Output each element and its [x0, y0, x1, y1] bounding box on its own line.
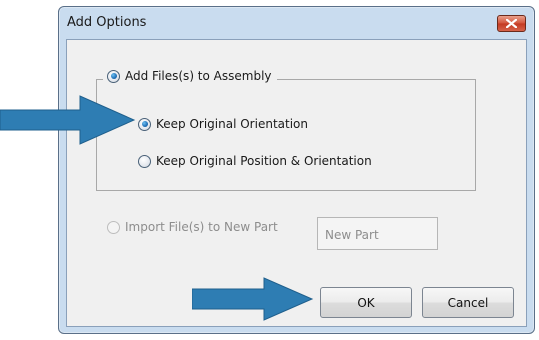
import-new-part-option[interactable]: Import File(s) to New Part — [107, 220, 278, 234]
keep-orientation-radio[interactable] — [138, 117, 151, 131]
dialog-title: Add Options — [67, 15, 147, 30]
new-part-name-field[interactable]: New Part — [317, 217, 438, 250]
title-bar[interactable]: Add Options — [59, 7, 534, 37]
close-icon — [506, 19, 517, 28]
import-new-part-label: Import File(s) to New Part — [125, 220, 278, 234]
keep-position-option[interactable]: Keep Original Position & Orientation — [138, 154, 372, 168]
annotation-arrow-top — [0, 95, 136, 145]
close-button[interactable] — [497, 15, 526, 32]
add-files-option[interactable]: Add Files(s) to Assembly — [103, 68, 277, 84]
keep-orientation-label: Keep Original Orientation — [156, 117, 308, 131]
add-files-radio[interactable] — [107, 69, 120, 83]
keep-position-radio[interactable] — [138, 154, 151, 168]
annotation-arrow-bottom — [192, 277, 314, 321]
import-new-part-radio[interactable] — [107, 220, 120, 234]
ok-button[interactable]: OK — [320, 287, 412, 318]
keep-orientation-option[interactable]: Keep Original Orientation — [138, 117, 308, 131]
add-files-label: Add Files(s) to Assembly — [125, 69, 272, 83]
keep-position-label: Keep Original Position & Orientation — [156, 154, 372, 168]
add-files-groupbox — [96, 79, 476, 191]
cancel-button[interactable]: Cancel — [422, 287, 514, 318]
